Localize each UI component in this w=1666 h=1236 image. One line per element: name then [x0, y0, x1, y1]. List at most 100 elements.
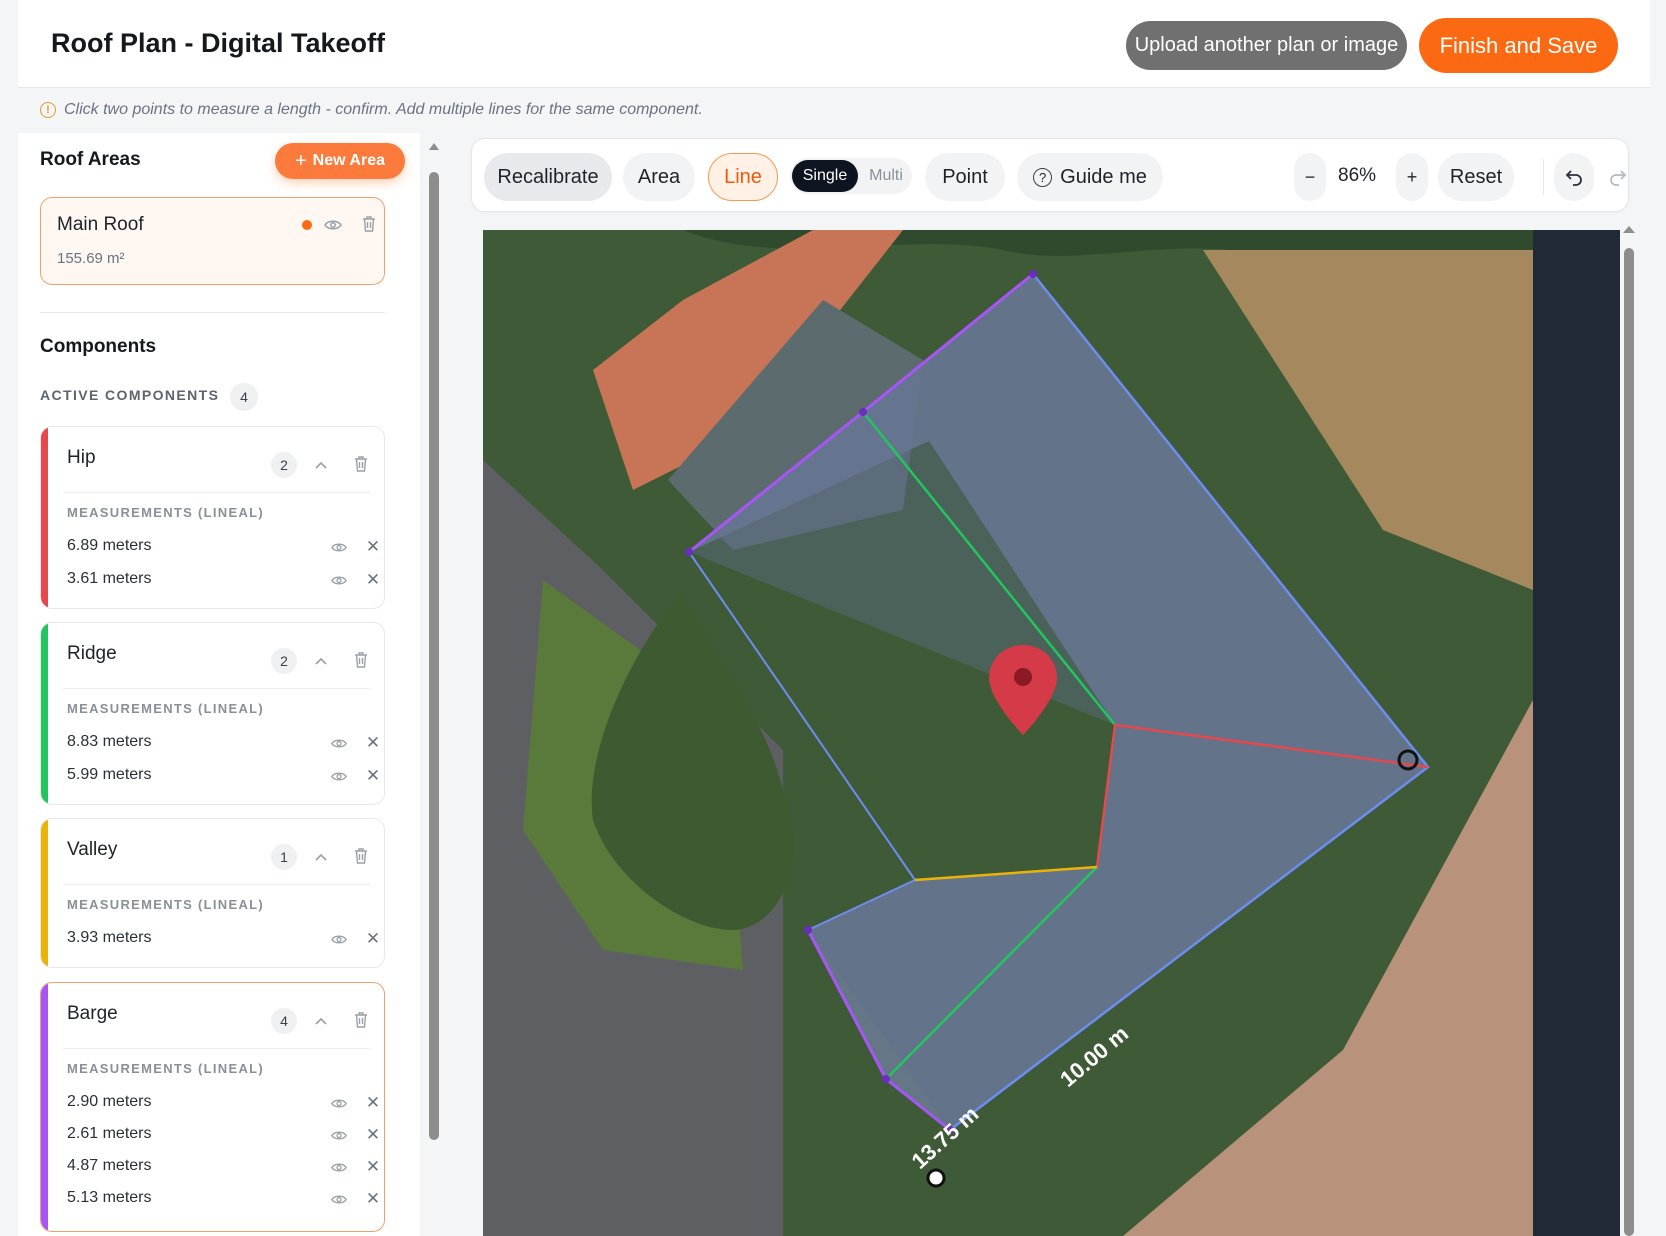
color-bar — [41, 983, 48, 1231]
measurement-value: 5.13 meters — [67, 1189, 152, 1206]
vertex-handle[interactable] — [859, 408, 867, 416]
measurement-count-badge: 1 — [271, 844, 297, 870]
redo-button[interactable] — [1600, 153, 1636, 201]
guide-me-button[interactable]: ? Guide me — [1017, 153, 1163, 201]
sidebar: Roof Areas + New Area Main Roof 155.69 m… — [18, 133, 420, 1236]
measurement-count-badge: 2 — [271, 452, 297, 478]
roof-areas-title: Roof Areas — [40, 149, 141, 170]
measurement-value: 3.61 meters — [67, 570, 152, 587]
canvas-scrollbar[interactable] — [1622, 222, 1636, 1236]
close-icon[interactable]: ✕ — [363, 570, 383, 590]
line-tool-button[interactable]: Line — [708, 153, 778, 201]
color-bar — [41, 819, 48, 967]
eye-icon[interactable] — [329, 1125, 349, 1145]
eye-icon[interactable] — [329, 733, 349, 753]
component-name: Valley — [67, 839, 118, 860]
close-icon[interactable]: ✕ — [363, 537, 383, 557]
scrollbar-thumb[interactable] — [429, 172, 439, 1140]
component-name: Ridge — [67, 643, 117, 664]
eye-icon[interactable] — [329, 1189, 349, 1209]
area-card-main-roof[interactable]: Main Roof 155.69 m² — [40, 197, 385, 285]
vertex-handle[interactable] — [882, 1075, 890, 1083]
card-divider — [63, 688, 370, 689]
vertex-handle[interactable] — [804, 926, 812, 934]
chevron-up-icon[interactable] — [311, 1011, 331, 1031]
component-card-barge[interactable]: Barge 4 MEASUREMENTS (LINEAL) 2.90 meter… — [40, 982, 385, 1232]
trash-icon[interactable] — [351, 1010, 371, 1030]
eye-icon[interactable] — [329, 570, 349, 590]
eye-icon[interactable] — [329, 537, 349, 557]
undo-icon — [1565, 170, 1582, 186]
zoom-out-button[interactable]: − — [1294, 153, 1326, 201]
card-divider — [63, 492, 370, 493]
component-card-ridge[interactable]: Ridge 2 MEASUREMENTS (LINEAL) 8.83 meter… — [40, 622, 385, 805]
toolbar-divider — [1543, 159, 1544, 195]
aerial-image[interactable]: 10.00 m 13.75 m — [483, 230, 1620, 1236]
measurement-value: 5.99 meters — [67, 766, 152, 783]
color-bar — [41, 623, 48, 804]
help-icon: ? — [1033, 167, 1053, 187]
plan-canvas[interactable]: 10.00 m 13.75 m — [483, 230, 1620, 1236]
trash-icon[interactable] — [359, 214, 379, 234]
hint-text: Click two points to measure a length - c… — [64, 101, 703, 118]
eye-icon[interactable] — [329, 766, 349, 786]
close-icon[interactable]: ✕ — [363, 766, 383, 786]
eye-icon[interactable] — [329, 1157, 349, 1177]
multi-mode-option[interactable]: Multi — [862, 160, 910, 192]
redo-icon — [1610, 170, 1627, 186]
component-name: Hip — [67, 447, 96, 468]
area-tool-button[interactable]: Area — [623, 153, 695, 201]
upload-plan-button[interactable]: Upload another plan or image — [1126, 21, 1407, 70]
scroll-up-arrow-icon[interactable] — [1622, 222, 1636, 236]
close-icon[interactable]: ✕ — [363, 1157, 383, 1177]
scroll-up-arrow-icon[interactable] — [428, 140, 440, 152]
color-bar — [41, 427, 48, 608]
zoom-in-button[interactable]: + — [1396, 153, 1428, 201]
section-divider — [40, 312, 385, 313]
close-icon[interactable]: ✕ — [363, 1093, 383, 1113]
card-divider — [63, 884, 370, 885]
zoom-controls: − 86% + Reset — [1294, 153, 1534, 201]
measurement-count-badge: 2 — [271, 648, 297, 674]
chevron-up-icon[interactable] — [311, 651, 331, 671]
components-title: Components — [40, 336, 157, 357]
area-name: Main Roof — [57, 214, 144, 235]
chevron-up-icon[interactable] — [311, 847, 331, 867]
eye-icon[interactable] — [329, 1093, 349, 1113]
vertex-handle[interactable] — [1029, 270, 1037, 278]
close-icon[interactable]: ✕ — [363, 1125, 383, 1145]
measurements-label: MEASUREMENTS (LINEAL) — [67, 897, 265, 912]
vertex-handle[interactable] — [685, 548, 693, 556]
chevron-up-icon[interactable] — [311, 455, 331, 475]
sidebar-scrollbar[interactable] — [428, 140, 440, 1140]
scrollbar-thumb[interactable] — [1624, 248, 1634, 1236]
point-tool-button[interactable]: Point — [925, 153, 1005, 201]
measurement-value: 6.89 meters — [67, 537, 152, 554]
component-card-hip[interactable]: Hip 2 MEASUREMENTS (LINEAL) 6.89 meters … — [40, 426, 385, 609]
measurements-label: MEASUREMENTS (LINEAL) — [67, 701, 265, 716]
component-name: Barge — [67, 1003, 118, 1024]
close-icon[interactable]: ✕ — [363, 1189, 383, 1209]
eye-icon[interactable] — [329, 929, 349, 949]
component-card-valley[interactable]: Valley 1 MEASUREMENTS (LINEAL) 3.93 mete… — [40, 818, 385, 968]
close-icon[interactable]: ✕ — [363, 929, 383, 949]
page-title: Roof Plan - Digital Takeoff — [51, 28, 386, 58]
trash-icon[interactable] — [351, 454, 371, 474]
measurements-label: MEASUREMENTS (LINEAL) — [67, 505, 265, 520]
recalibrate-button[interactable]: Recalibrate — [484, 153, 612, 201]
trash-icon[interactable] — [351, 846, 371, 866]
undo-button[interactable] — [1554, 153, 1594, 201]
active-dot-icon — [302, 220, 312, 230]
reset-zoom-button[interactable]: Reset — [1438, 153, 1514, 201]
eye-icon[interactable] — [323, 216, 343, 234]
single-multi-toggle[interactable]: Single Multi — [790, 158, 912, 194]
close-icon[interactable]: ✕ — [363, 733, 383, 753]
trash-icon[interactable] — [351, 650, 371, 670]
measurement-value: 2.61 meters — [67, 1125, 152, 1142]
new-area-button[interactable]: + New Area — [275, 143, 405, 179]
single-mode-option[interactable]: Single — [792, 160, 858, 192]
measurement-count-badge: 4 — [271, 1008, 297, 1034]
finish-save-button[interactable]: Finish and Save — [1419, 18, 1618, 73]
line-endpoint-handle[interactable] — [926, 1168, 946, 1188]
info-icon: ! — [40, 102, 56, 118]
